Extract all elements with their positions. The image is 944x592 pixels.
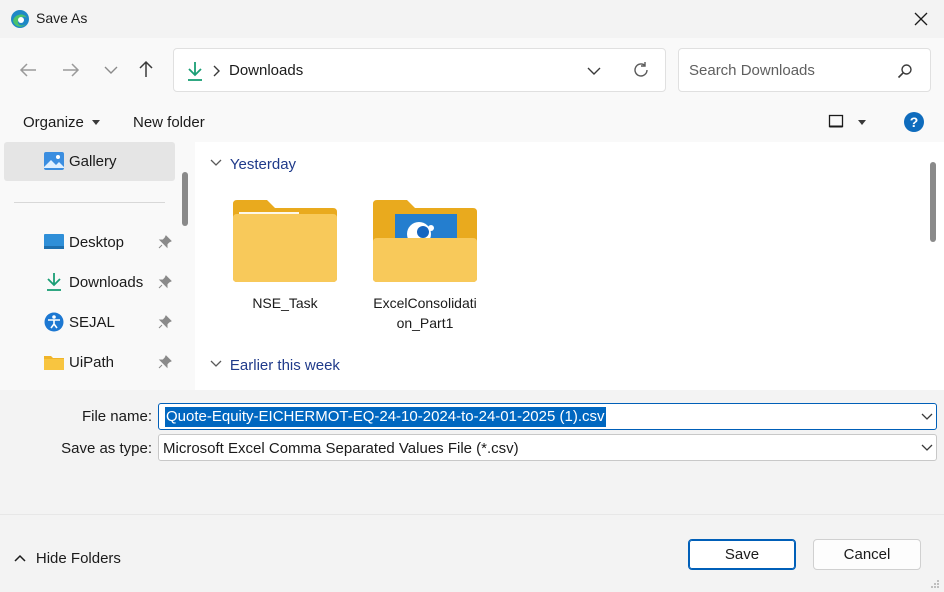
- organize-label: Organize: [23, 114, 84, 131]
- svg-text:?: ?: [910, 114, 919, 130]
- gallery-icon: [44, 152, 64, 170]
- sidebar-item-label: SEJAL: [69, 314, 115, 331]
- sidebar-item-label: Gallery: [69, 153, 117, 170]
- folder-icon: [44, 356, 64, 370]
- folder-item[interactable]: ExcelConsolidati on_Part1: [365, 198, 485, 333]
- recent-locations-button[interactable]: [96, 55, 126, 85]
- title-bar: Save As: [0, 0, 944, 38]
- caret-down-icon: [857, 120, 866, 125]
- save-as-type-select[interactable]: Microsoft Excel Comma Separated Values F…: [158, 434, 937, 461]
- save-form: File name: Quote-Equity-EICHERMOT-EQ-24-…: [0, 390, 944, 514]
- address-dropdown-icon[interactable]: [587, 66, 601, 76]
- dialog-footer: Hide Folders Save Cancel: [0, 514, 944, 592]
- navigation-pane: Gallery Desktop Downloads SEJAL UiPath: [0, 142, 195, 390]
- help-icon: ?: [904, 112, 924, 132]
- help-button[interactable]: ?: [904, 112, 924, 135]
- search-box[interactable]: Search Downloads: [678, 48, 931, 92]
- folder-name-line: ExcelConsolidati: [373, 295, 477, 311]
- chevron-down-icon: [104, 66, 118, 74]
- accessibility-icon: [44, 312, 64, 332]
- new-folder-button[interactable]: New folder: [133, 114, 205, 131]
- sidebar-item-label: Desktop: [69, 234, 125, 251]
- group-header-earlier-this-week[interactable]: Earlier this week: [210, 357, 340, 374]
- chevron-up-icon: [14, 554, 26, 562]
- close-icon: [914, 12, 928, 26]
- desktop-icon: [44, 234, 64, 249]
- sidebar-item-label: Downloads: [69, 274, 144, 291]
- refresh-icon[interactable]: [632, 61, 650, 79]
- folder-name: NSE_Task: [252, 295, 318, 311]
- arrow-up-icon: [139, 60, 153, 77]
- group-header-label: Yesterday: [229, 156, 297, 173]
- hide-folders-button[interactable]: Hide Folders: [14, 550, 121, 567]
- folder-item[interactable]: NSE_Task: [225, 198, 345, 313]
- folder-with-image-icon: [373, 200, 477, 282]
- sidebar-divider: [14, 202, 165, 203]
- folder-name-line: on_Part1: [396, 315, 454, 331]
- sidebar-scrollbar[interactable]: [182, 172, 188, 226]
- organize-button[interactable]: Organize: [23, 114, 101, 131]
- arrow-left-icon: [19, 63, 36, 77]
- save-as-type-value: Microsoft Excel Comma Separated Values F…: [163, 440, 519, 457]
- chevron-down-icon: [210, 159, 222, 166]
- chevron-down-icon[interactable]: [921, 413, 933, 421]
- download-icon: [188, 62, 202, 81]
- file-name-field[interactable]: Quote-Equity-EICHERMOT-EQ-24-10-2024-to-…: [158, 403, 937, 430]
- save-as-type-label: Save as type:: [61, 440, 152, 457]
- layout-view-icon: [828, 114, 844, 128]
- sidebar-item-gallery[interactable]: Gallery: [4, 142, 175, 181]
- file-list: Yesterday NSE_Task ExcelConsolidati on_P…: [195, 142, 944, 390]
- back-button[interactable]: [13, 55, 43, 85]
- search-input[interactable]: Search Downloads: [689, 62, 815, 79]
- view-options-button[interactable]: [828, 113, 866, 132]
- address-bar[interactable]: Downloads: [173, 48, 666, 92]
- resize-grip-icon[interactable]: [930, 579, 940, 589]
- search-icon: [897, 64, 912, 79]
- save-button[interactable]: Save: [688, 539, 796, 570]
- folder-icon: [233, 200, 337, 282]
- cancel-button[interactable]: Cancel: [813, 539, 921, 570]
- group-header-label: Earlier this week: [229, 357, 340, 374]
- edge-browser-icon: [11, 10, 29, 28]
- chevron-down-icon: [921, 444, 933, 451]
- sidebar-item-uipath[interactable]: UiPath: [0, 343, 175, 381]
- arrow-right-icon: [63, 63, 80, 77]
- pin-icon: [158, 235, 172, 249]
- pin-icon: [158, 355, 172, 369]
- chevron-down-icon: [210, 360, 222, 367]
- chevron-right-icon: [213, 65, 220, 77]
- window-title: Save As: [36, 10, 88, 26]
- address-segment-downloads[interactable]: Downloads: [229, 62, 303, 79]
- sidebar-item-downloads[interactable]: Downloads: [0, 263, 175, 301]
- pin-icon: [158, 315, 172, 329]
- sidebar-item-desktop[interactable]: Desktop: [0, 223, 175, 261]
- group-header-yesterday[interactable]: Yesterday: [210, 156, 296, 173]
- up-button[interactable]: [131, 54, 161, 84]
- sidebar-item-label: UiPath: [69, 354, 115, 371]
- pin-icon: [158, 275, 172, 289]
- content-scrollbar[interactable]: [930, 162, 936, 242]
- forward-button[interactable]: [56, 55, 86, 85]
- command-bar: Organize New folder ?: [0, 102, 944, 142]
- file-name-label: File name:: [81, 408, 152, 425]
- download-icon: [47, 273, 61, 291]
- folder-name: ExcelConsolidati on_Part1: [365, 293, 485, 333]
- hide-folders-label: Hide Folders: [35, 550, 121, 567]
- sidebar-item-sejal[interactable]: SEJAL: [0, 303, 175, 341]
- caret-down-icon: [92, 120, 101, 126]
- file-name-input[interactable]: Quote-Equity-EICHERMOT-EQ-24-10-2024-to-…: [165, 407, 606, 427]
- close-button[interactable]: [898, 0, 944, 38]
- navigation-bar: Downloads Search Downloads: [0, 38, 944, 102]
